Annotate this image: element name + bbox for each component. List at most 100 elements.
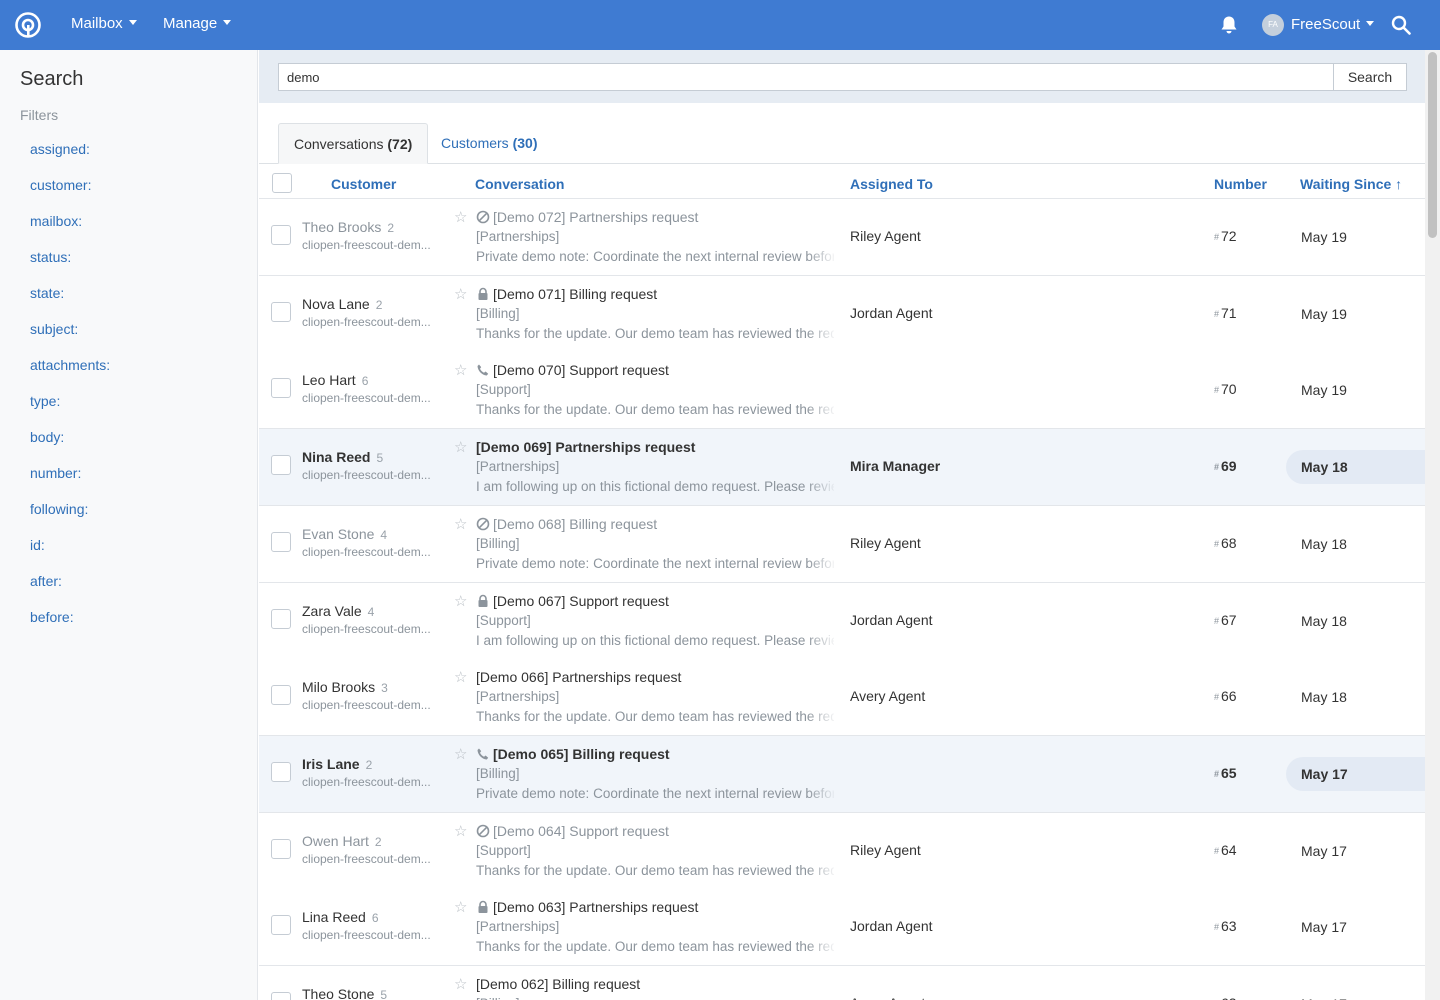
nav-manage-menu[interactable]: Manage [163, 15, 232, 32]
star-icon[interactable]: ☆ [454, 285, 467, 303]
star-icon[interactable]: ☆ [454, 361, 467, 379]
customer-name[interactable]: Nina Reed 5 [302, 449, 383, 465]
table-row[interactable]: Leo Hart 6 cliopen-freescout-dem... ☆ [Demo … [259, 352, 1425, 430]
customer-thread-count: 3 [381, 681, 388, 696]
customer-name[interactable]: Iris Lane 2 [302, 756, 372, 772]
conversation-subject[interactable]: [Demo 068] Billing request [476, 516, 657, 532]
search-button[interactable]: Search [1333, 63, 1407, 91]
row-checkbox[interactable] [271, 378, 291, 399]
filter-customer[interactable]: customer: [30, 177, 91, 193]
search-icon[interactable] [1391, 15, 1411, 35]
row-checkbox[interactable] [271, 992, 291, 1000]
column-assigned-to[interactable]: Assigned To [850, 176, 933, 192]
row-checkbox[interactable] [271, 838, 291, 859]
star-icon[interactable]: ☆ [454, 438, 467, 456]
customer-name[interactable]: Leo Hart 6 [302, 372, 368, 388]
filter-attachments[interactable]: attachments: [30, 357, 110, 373]
conversation-number[interactable]: #69 [1214, 458, 1237, 474]
star-icon[interactable]: ☆ [454, 822, 467, 840]
conversation-number[interactable]: #63 [1214, 918, 1237, 934]
conversation-number[interactable]: #64 [1214, 842, 1237, 858]
customer-name[interactable]: Theo Brooks 2 [302, 219, 394, 235]
star-icon[interactable]: ☆ [454, 668, 467, 686]
search-input[interactable] [278, 63, 1334, 91]
filter-status[interactable]: status: [30, 249, 71, 265]
customer-name[interactable]: Nova Lane 2 [302, 296, 382, 312]
table-row[interactable]: Nova Lane 2 cliopen-freescout-dem... ☆ [Demo… [259, 275, 1425, 353]
column-waiting-since[interactable]: Waiting Since ↑ [1300, 176, 1402, 192]
table-row[interactable]: Lina Reed 6 cliopen-freescout-dem... ☆ [Demo… [259, 889, 1425, 967]
filter-state[interactable]: state: [30, 285, 64, 301]
row-checkbox[interactable] [271, 225, 291, 245]
user-menu[interactable]: FreeScout [1291, 16, 1375, 33]
conversation-number[interactable]: #66 [1214, 688, 1237, 704]
table-row[interactable]: Theo Stone5cliopen-freescout-dem...☆[Dem… [259, 966, 1425, 1000]
table-row[interactable]: Zara Vale 4 cliopen-freescout-dem... ☆ [Demo… [259, 582, 1425, 660]
conversation-subject[interactable]: [Demo 064] Support request [476, 823, 669, 839]
star-icon[interactable]: ☆ [454, 208, 467, 226]
column-customer[interactable]: Customer [331, 176, 396, 192]
conversation-subject[interactable]: [Demo 070] Support request [476, 362, 669, 378]
row-checkbox[interactable] [271, 455, 291, 476]
conversation-number[interactable]: #71 [1214, 305, 1237, 321]
table-row[interactable]: Nina Reed 5 cliopen-freescout-dem... ☆ [Demo… [259, 429, 1425, 507]
conversation-number[interactable]: #62 [1214, 995, 1237, 1000]
column-number[interactable]: Number [1214, 176, 1267, 192]
filter-mailbox[interactable]: mailbox: [30, 213, 82, 229]
filter-type[interactable]: type: [30, 393, 60, 409]
select-all-checkbox[interactable] [272, 173, 292, 193]
star-icon[interactable]: ☆ [454, 592, 467, 610]
customer-name[interactable]: Theo Stone 5 [302, 986, 387, 1000]
nav-mailbox-menu[interactable]: Mailbox [71, 15, 137, 32]
conversation-subject[interactable]: [Demo 066] Partnerships request [476, 669, 681, 685]
table-row[interactable]: Owen Hart 2 cliopen-freescout-dem... ☆ [Demo… [259, 812, 1425, 890]
customer-name[interactable]: Zara Vale 4 [302, 603, 374, 619]
conversation-subject[interactable]: [Demo 065] Billing request [476, 746, 670, 762]
conversation-number[interactable]: #67 [1214, 612, 1237, 628]
conversation-subject[interactable]: [Demo 072] Partnerships request [476, 209, 698, 225]
customer-name[interactable]: Owen Hart 2 [302, 833, 382, 849]
star-icon[interactable]: ☆ [454, 745, 467, 763]
bell-icon[interactable] [1220, 15, 1238, 35]
conversation-number[interactable]: #65 [1214, 765, 1237, 781]
customer-name[interactable]: Lina Reed 6 [302, 909, 379, 925]
filter-subject[interactable]: subject: [30, 321, 78, 337]
table-row[interactable]: Milo Brooks 3 cliopen-freescout-dem... ☆ [De… [259, 659, 1425, 737]
freescout-logo-icon[interactable] [14, 11, 42, 39]
row-checkbox[interactable] [271, 608, 291, 629]
table-row[interactable]: Evan Stone 4 cliopen-freescout-dem... ☆ [Dem… [259, 505, 1425, 583]
conversation-number[interactable]: #70 [1214, 381, 1237, 397]
row-checkbox[interactable] [271, 685, 291, 706]
table-row[interactable]: Theo Brooks 2 cliopen-freescout-dem... ☆ [De… [259, 199, 1425, 276]
user-avatar[interactable]: FA [1262, 14, 1284, 36]
customer-name[interactable]: Evan Stone 4 [302, 526, 387, 542]
filter-number[interactable]: number: [30, 465, 81, 481]
tab-customers[interactable]: Customers (30) [426, 123, 552, 164]
filter-following[interactable]: following: [30, 501, 88, 517]
table-row[interactable]: Iris Lane 2 cliopen-freescout-dem... ☆ [Demo… [259, 735, 1425, 813]
row-checkbox[interactable] [271, 531, 291, 552]
scrollbar[interactable] [1425, 50, 1440, 1000]
row-checkbox[interactable] [271, 301, 291, 322]
star-icon[interactable]: ☆ [454, 898, 467, 916]
filter-after[interactable]: after: [30, 573, 62, 589]
conversation-subject[interactable]: [Demo 063] Partnerships request [476, 899, 698, 915]
conversation-subject[interactable]: [Demo 067] Support request [476, 593, 669, 609]
star-icon[interactable]: ☆ [454, 975, 467, 993]
conversation-subject[interactable]: [Demo 071] Billing request [476, 286, 657, 302]
conversation-number[interactable]: #72 [1214, 228, 1237, 244]
conversation-number[interactable]: #68 [1214, 535, 1237, 551]
filter-assigned[interactable]: assigned: [30, 141, 90, 157]
conversation-subject[interactable]: [Demo 069] Partnerships request [476, 439, 695, 455]
row-checkbox[interactable] [271, 915, 291, 936]
conversation-subject[interactable]: [Demo 062] Billing request [476, 976, 640, 992]
row-checkbox[interactable] [271, 761, 291, 782]
star-icon[interactable]: ☆ [454, 515, 467, 533]
filter-body[interactable]: body: [30, 429, 64, 445]
customer-name[interactable]: Milo Brooks 3 [302, 679, 388, 695]
filter-before[interactable]: before: [30, 609, 74, 625]
column-conversation[interactable]: Conversation [475, 176, 564, 192]
filter-id[interactable]: id: [30, 537, 45, 553]
tab-conversations[interactable]: Conversations (72) [278, 123, 429, 164]
scrollbar-thumb[interactable] [1428, 52, 1437, 238]
